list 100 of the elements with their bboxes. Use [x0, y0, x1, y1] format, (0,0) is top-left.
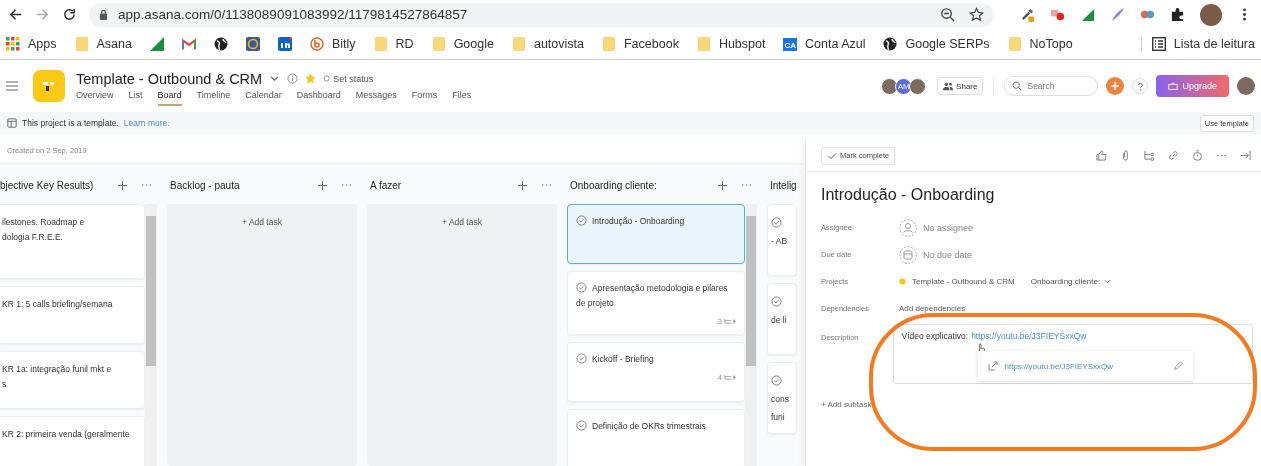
more-icon[interactable] — [141, 183, 152, 187]
add-icon[interactable] — [118, 180, 127, 190]
pencil-icon[interactable] — [1172, 361, 1183, 371]
task-card[interactable]: Introdução - Onboarding — [567, 204, 745, 264]
task-card[interactable]: KR 2: primeira venda (geralmente — [0, 416, 145, 466]
triangle-icon[interactable] — [1080, 7, 1095, 22]
bookmark[interactable]: Bitly — [309, 37, 356, 51]
section-dropdown[interactable]: Onboarding cliente: — [1030, 277, 1113, 286]
add-icon[interactable] — [518, 180, 527, 190]
thumbs-up-icon[interactable] — [1096, 150, 1107, 161]
check-circle-icon[interactable] — [771, 217, 782, 228]
add-task-button[interactable]: + Add task — [442, 217, 482, 227]
bookmark[interactable]: NoTopo — [1007, 37, 1073, 51]
task-card[interactable]: KR 1: 5 calls briefing/semana — [0, 286, 145, 344]
lock-icon — [99, 9, 108, 20]
back-icon[interactable] — [8, 7, 23, 22]
bookmark[interactable]: Facebook — [602, 37, 679, 51]
check-circle-icon[interactable] — [576, 282, 587, 293]
bookmark[interactable] — [213, 37, 228, 51]
more-icon[interactable] — [541, 183, 552, 187]
tab[interactable]: Forms — [411, 89, 438, 106]
scrollbar[interactable] — [145, 204, 157, 466]
check-circle-icon[interactable] — [576, 215, 587, 226]
more-icon[interactable] — [741, 183, 752, 187]
bookmark[interactable]: CA Conta Azul — [783, 37, 866, 51]
share-button[interactable]: Share — [937, 77, 984, 95]
more-icon[interactable] — [341, 183, 352, 187]
member-avatar[interactable] — [881, 77, 899, 95]
add-task-button[interactable]: + Add task — [242, 217, 282, 227]
forward-icon[interactable] — [35, 7, 50, 22]
tab[interactable]: Board — [157, 89, 182, 106]
bookmark[interactable]: Asana — [74, 37, 132, 51]
task-card[interactable]: ilestones. Roadmap e dologia F.R.E.E. — [0, 204, 145, 279]
project-name[interactable]: Template - Outbound & CRM — [912, 277, 1015, 286]
feather-icon[interactable] — [1110, 7, 1125, 22]
bookmark[interactable]: Google SERPs — [883, 37, 990, 51]
popup-link[interactable]: https://youtu.be/J3FIEYSxxQw — [1004, 361, 1113, 371]
member-avatar[interactable] — [909, 77, 927, 95]
set-status-button[interactable]: Set status — [323, 73, 374, 84]
shapes-icon[interactable] — [1050, 7, 1065, 22]
bookmark[interactable] — [245, 37, 260, 51]
column-title: Intelig — [770, 179, 797, 191]
star-icon[interactable] — [969, 7, 984, 22]
caret-icon — [1103, 277, 1113, 286]
task-card[interactable]: - AB — [767, 204, 797, 276]
upgrade-button[interactable]: Upgrade — [1156, 75, 1229, 97]
check-circle-icon[interactable] — [771, 296, 782, 307]
user-avatar[interactable] — [1237, 77, 1255, 95]
address-bar[interactable]: app.asana.com/0/1138089091083992/1179814527864857 — [89, 2, 994, 27]
tab[interactable]: Overview — [76, 89, 114, 106]
bookmark[interactable]: RD — [373, 37, 414, 51]
description-field[interactable]: Vídeo explicativo: https://youtu.be/J3FIEYSxxQw https://youtu.be/J3FIEYSxxQw — [892, 324, 1253, 384]
bookmark[interactable]: autovista — [511, 37, 584, 51]
bookmark[interactable]: Apps — [6, 37, 57, 51]
task-card[interactable]: cons funi — [767, 362, 797, 434]
bookmark[interactable]: Hubspot — [696, 37, 766, 51]
task-title[interactable]: Introdução - Onboarding — [821, 186, 1253, 204]
check-circle-icon[interactable] — [576, 353, 587, 364]
tab[interactable]: Messages — [355, 89, 397, 106]
link-icon[interactable] — [1168, 150, 1179, 161]
reload-icon[interactable] — [62, 7, 77, 22]
add-icon[interactable] — [718, 180, 727, 190]
video-link[interactable]: https://youtu.be/J3FIEYSxxQw — [971, 331, 1087, 341]
add-icon[interactable] — [1106, 77, 1125, 95]
profile-avatar[interactable] — [1200, 3, 1222, 26]
tab[interactable]: Dashboard — [296, 89, 341, 106]
add-dependencies-link[interactable]: Add dependencies — [899, 304, 966, 313]
close-panel-icon[interactable] — [1240, 150, 1251, 161]
search-field[interactable]: Search — [1004, 76, 1099, 96]
assignee-value[interactable]: No assignee — [923, 222, 974, 233]
due-date-value[interactable]: No due date — [923, 249, 973, 260]
check-circle-icon[interactable] — [771, 375, 782, 386]
folder-icon — [696, 37, 711, 51]
tab[interactable]: Timeline — [196, 89, 231, 106]
hamburger-menu-icon[interactable] — [6, 81, 18, 91]
scrollbar[interactable] — [745, 204, 757, 466]
bookmark[interactable]: Google — [431, 37, 494, 51]
reading-list[interactable]: Lista de leitura — [1140, 37, 1255, 51]
attachment-icon[interactable] — [1120, 150, 1131, 161]
task-card[interactable]: Apresentação metodologia e pilares de projeto 3 — [567, 271, 745, 335]
calendar-icon[interactable] — [899, 245, 917, 264]
zoom-out-icon[interactable] — [940, 7, 955, 22]
task-card[interactable]: de li — [767, 283, 797, 355]
task-card[interactable]: Definição de OKRs trimestrais — [567, 409, 745, 466]
person-icon[interactable] — [899, 218, 917, 237]
puzzle-icon[interactable] — [1170, 7, 1185, 22]
task-card[interactable]: KR 1a: integração funil mkt e s — [0, 351, 145, 409]
check-circle-icon[interactable] — [576, 420, 587, 431]
tab[interactable]: Files — [452, 89, 472, 106]
tab[interactable]: Calendar — [245, 89, 282, 106]
eyedropper-icon[interactable] — [1020, 7, 1035, 22]
timer-icon[interactable] — [1192, 150, 1203, 161]
add-subtask-button[interactable]: + Add subtask — [821, 400, 1253, 409]
info-icon[interactable] — [287, 73, 299, 84]
subtask-icon[interactable] — [1144, 150, 1155, 161]
external-link-icon[interactable] — [987, 361, 998, 371]
tab[interactable]: List — [128, 89, 143, 106]
project-logo-icon — [33, 70, 65, 102]
task-card[interactable]: Kickoff - Briefing 4 — [567, 342, 745, 402]
add-icon[interactable] — [318, 180, 327, 190]
